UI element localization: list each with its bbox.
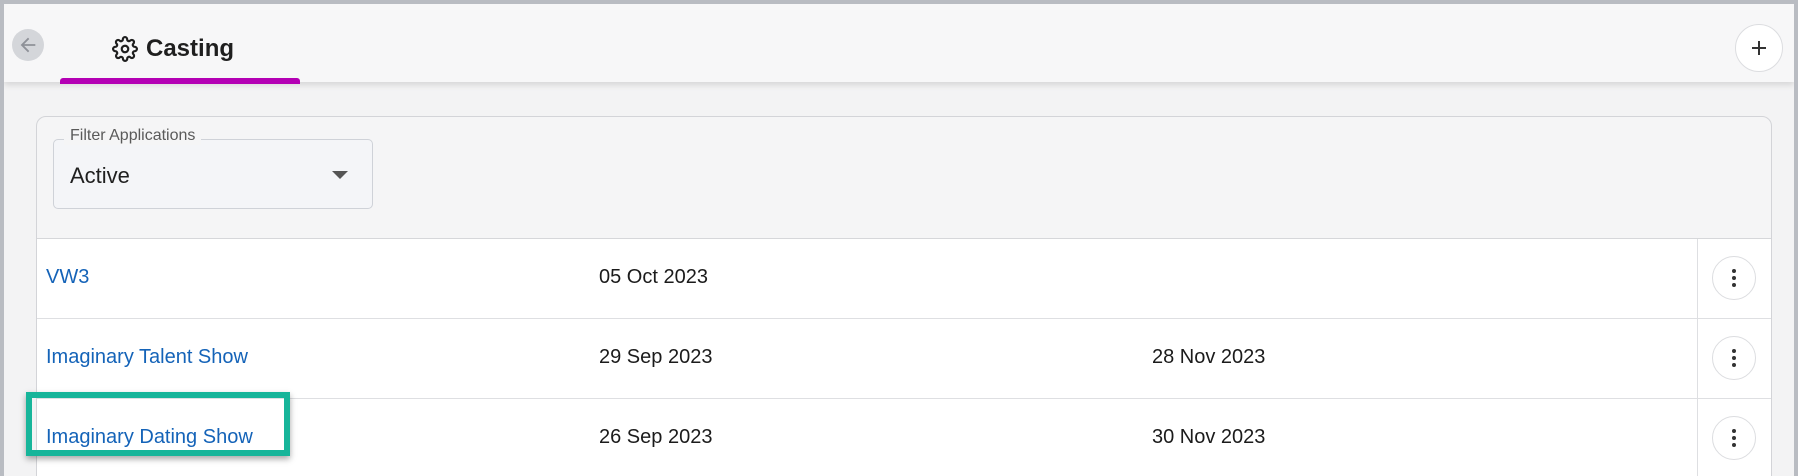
table-row: Imaginary Talent Show 29 Sep 2023 28 Nov… xyxy=(37,319,1771,399)
arrow-left-icon xyxy=(20,37,36,53)
tab-casting[interactable]: Casting xyxy=(112,35,234,63)
kebab-menu-icon xyxy=(1732,269,1736,287)
caret-down-icon xyxy=(332,171,348,179)
application-link[interactable]: Imaginary Talent Show xyxy=(46,346,248,369)
filter-applications-select[interactable]: Filter Applications Active xyxy=(53,127,373,209)
filter-label: Filter Applications xyxy=(64,127,202,145)
end-date: 28 Nov 2023 xyxy=(1152,346,1266,368)
add-button[interactable] xyxy=(1735,24,1783,72)
row-actions xyxy=(1697,319,1771,398)
row-actions xyxy=(1697,399,1771,476)
row-actions xyxy=(1697,239,1771,318)
kebab-menu-icon xyxy=(1732,429,1736,447)
applications-card: Filter Applications Active VW3 05 Oct 20… xyxy=(36,116,1772,476)
applications-table: VW3 05 Oct 2023 Imaginary Talent Show 29… xyxy=(37,238,1771,476)
application-link[interactable]: Imaginary Dating Show xyxy=(46,426,253,449)
active-tab-indicator xyxy=(60,78,300,84)
back-button[interactable] xyxy=(12,29,44,61)
table-row: VW3 05 Oct 2023 xyxy=(37,239,1771,319)
end-date: 30 Nov 2023 xyxy=(1152,426,1266,448)
page-title: Casting xyxy=(146,35,235,62)
start-date: 26 Sep 2023 xyxy=(599,426,713,448)
gear-icon xyxy=(112,36,138,62)
filter-value: Active xyxy=(70,163,130,188)
app-window: Casting Filter Applications Active VW3 0… xyxy=(4,4,1794,476)
table-row: Imaginary Dating Show 26 Sep 2023 30 Nov… xyxy=(37,399,1771,476)
top-bar: Casting xyxy=(4,4,1794,84)
more-options-button[interactable] xyxy=(1712,256,1756,300)
kebab-menu-icon xyxy=(1732,349,1736,367)
application-link[interactable]: VW3 xyxy=(46,266,89,289)
start-date: 05 Oct 2023 xyxy=(599,266,708,288)
more-options-button[interactable] xyxy=(1712,416,1756,460)
start-date: 29 Sep 2023 xyxy=(599,346,713,368)
more-options-button[interactable] xyxy=(1712,336,1756,380)
plus-icon xyxy=(1752,41,1766,55)
